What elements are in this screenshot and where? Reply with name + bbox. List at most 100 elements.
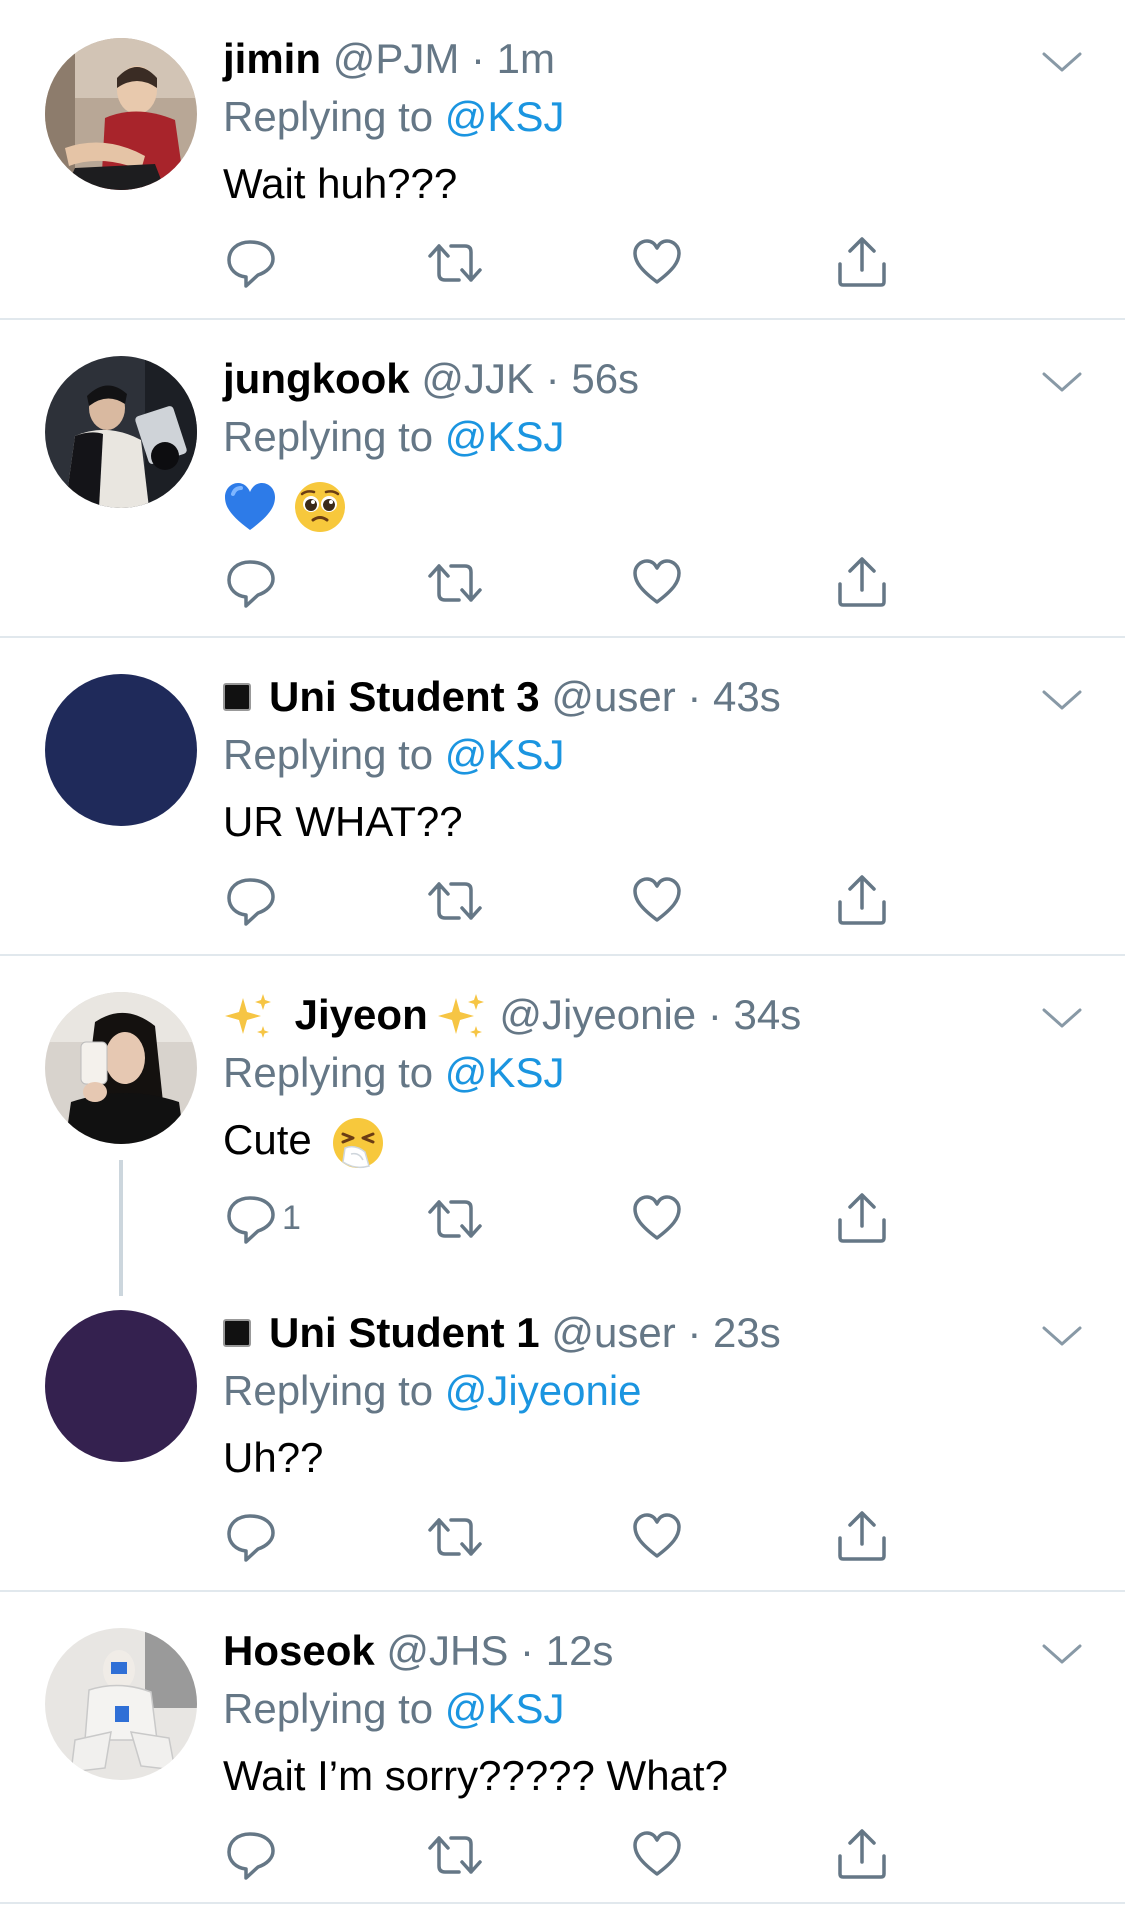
share-icon: [838, 557, 886, 607]
mention-link[interactable]: @KSJ: [445, 731, 565, 778]
heart-icon: [633, 1831, 681, 1876]
like-button[interactable]: [632, 554, 682, 610]
retweet-icon: [428, 1200, 482, 1238]
share-icon: [838, 875, 886, 925]
reply-button[interactable]: [226, 554, 276, 610]
display-name[interactable]: Uni Student 3: [269, 673, 540, 720]
display-name[interactable]: Jiyeon: [295, 991, 428, 1038]
timestamp[interactable]: 34s: [733, 991, 801, 1038]
avatar-jungkook[interactable]: [45, 356, 197, 508]
chevron-down-icon[interactable]: [1040, 1638, 1084, 1668]
reply-button[interactable]: [226, 1508, 276, 1564]
share-button[interactable]: [836, 234, 888, 290]
black-square-icon: [223, 682, 251, 711]
heart-icon: [633, 877, 681, 922]
chevron-down-icon[interactable]: [1040, 46, 1084, 76]
reply-icon: [227, 1196, 275, 1244]
mention-link[interactable]: @KSJ: [445, 1049, 565, 1096]
retweet-button[interactable]: [427, 1508, 483, 1564]
retweet-button[interactable]: [427, 1826, 483, 1882]
like-button[interactable]: [632, 234, 682, 290]
display-name[interactable]: jimin: [223, 35, 321, 82]
tweet-actions: [0, 1508, 1125, 1568]
tweet-text: Uh??: [223, 1434, 324, 1481]
avatar-jiyeon[interactable]: [45, 992, 197, 1144]
handle[interactable]: @PJM: [333, 35, 460, 82]
retweet-button[interactable]: [427, 872, 483, 928]
handle[interactable]: @JHS: [386, 1627, 508, 1674]
retweet-icon: [428, 882, 482, 920]
tweet-uni-student-1[interactable]: Uni Student 1 @user · 23s Replying to @J…: [0, 1274, 1125, 1592]
avatar-uni-student-1[interactable]: [45, 1310, 197, 1462]
retweet-button[interactable]: [427, 1190, 483, 1246]
timestamp[interactable]: 12s: [546, 1627, 614, 1674]
like-button[interactable]: [632, 872, 682, 928]
blue-heart-emoji: [225, 482, 275, 530]
mention-link[interactable]: @Jiyeonie: [445, 1367, 642, 1414]
tweet-text: Wait I’m sorry????? What?: [223, 1752, 728, 1799]
tweet-feed: jimin @PJM · 1m Replying to @KSJ Wait hu…: [0, 0, 1125, 1906]
chevron-down-icon[interactable]: [1040, 1320, 1084, 1350]
handle[interactable]: @Jiyeonie: [499, 991, 696, 1038]
reply-button[interactable]: [226, 1826, 276, 1882]
tweet-jiyeon[interactable]: Jiyeon @Jiyeonie · 34s Replying to @KSJ …: [0, 956, 1125, 1274]
avatar-hoseok[interactable]: [45, 1628, 197, 1780]
replying-label: Replying to: [223, 1049, 434, 1096]
black-square-icon: [223, 1318, 251, 1347]
chevron-down-icon[interactable]: [1040, 366, 1084, 396]
share-icon: [838, 1829, 886, 1879]
mention-link[interactable]: @KSJ: [445, 413, 565, 460]
avatar-uni-student-3[interactable]: [45, 674, 197, 826]
reply-icon: [227, 560, 275, 608]
tweet-hoseok[interactable]: Hoseok @JHS · 12s Replying to @KSJ Wait …: [0, 1592, 1125, 1910]
timestamp[interactable]: 43s: [713, 673, 781, 720]
display-name[interactable]: jungkook: [223, 355, 410, 402]
tweet-uni-student-3[interactable]: Uni Student 3 @user · 43s Replying to @K…: [0, 638, 1125, 956]
tweet-jimin[interactable]: jimin @PJM · 1m Replying to @KSJ Wait hu…: [0, 0, 1125, 318]
retweet-button[interactable]: [427, 234, 483, 290]
share-button[interactable]: [836, 1508, 888, 1564]
reply-count: 1: [282, 1199, 301, 1237]
replying-to: Replying to @KSJ: [223, 1684, 564, 1734]
handle[interactable]: @JJK: [421, 355, 534, 402]
share-button[interactable]: [836, 872, 888, 928]
timestamp[interactable]: 23s: [713, 1309, 781, 1356]
retweet-button[interactable]: [427, 554, 483, 610]
share-button[interactable]: [836, 1190, 888, 1246]
photo-avatar-white-outfit: [45, 1628, 197, 1780]
replying-to: Replying to @KSJ: [223, 730, 564, 780]
tweet-jungkook[interactable]: jungkook @JJK · 56s Replying to @KSJ: [0, 320, 1125, 638]
like-button[interactable]: [632, 1190, 682, 1246]
chevron-down-icon[interactable]: [1040, 1002, 1084, 1032]
timestamp[interactable]: 56s: [571, 355, 639, 402]
display-name[interactable]: Hoseok: [223, 1627, 375, 1674]
chevron-down-icon[interactable]: [1040, 684, 1084, 714]
share-icon: [838, 1193, 886, 1243]
dot-separator: ·: [707, 991, 722, 1038]
share-button[interactable]: [836, 1826, 888, 1882]
display-name[interactable]: Uni Student 1: [269, 1309, 540, 1356]
tweet-separator: [0, 1902, 1125, 1904]
tweet-header: jungkook @JJK · 56s: [223, 354, 639, 404]
handle[interactable]: @user: [551, 1309, 675, 1356]
replying-label: Replying to: [223, 1367, 434, 1414]
avatar-jimin[interactable]: [45, 38, 197, 190]
tweet-actions: [0, 1826, 1125, 1886]
reply-button[interactable]: [226, 872, 276, 928]
heart-icon: [633, 239, 681, 284]
replying-to: Replying to @Jiyeonie: [223, 1366, 642, 1416]
like-button[interactable]: [632, 1508, 682, 1564]
pleading-face-emoji: [294, 481, 345, 532]
timestamp[interactable]: 1m: [497, 35, 555, 82]
mention-link[interactable]: @KSJ: [445, 1685, 565, 1732]
tweet-header: Uni Student 3 @user · 43s: [223, 672, 781, 722]
mention-link[interactable]: @KSJ: [445, 93, 565, 140]
like-button[interactable]: [632, 1826, 682, 1882]
share-button[interactable]: [836, 554, 888, 610]
handle[interactable]: @user: [551, 673, 675, 720]
reply-icon: [227, 240, 275, 288]
replying-to: Replying to @KSJ: [223, 1048, 564, 1098]
tweet-actions: [0, 872, 1125, 932]
reply-button[interactable]: [226, 234, 276, 290]
reply-button[interactable]: 1: [226, 1190, 301, 1246]
